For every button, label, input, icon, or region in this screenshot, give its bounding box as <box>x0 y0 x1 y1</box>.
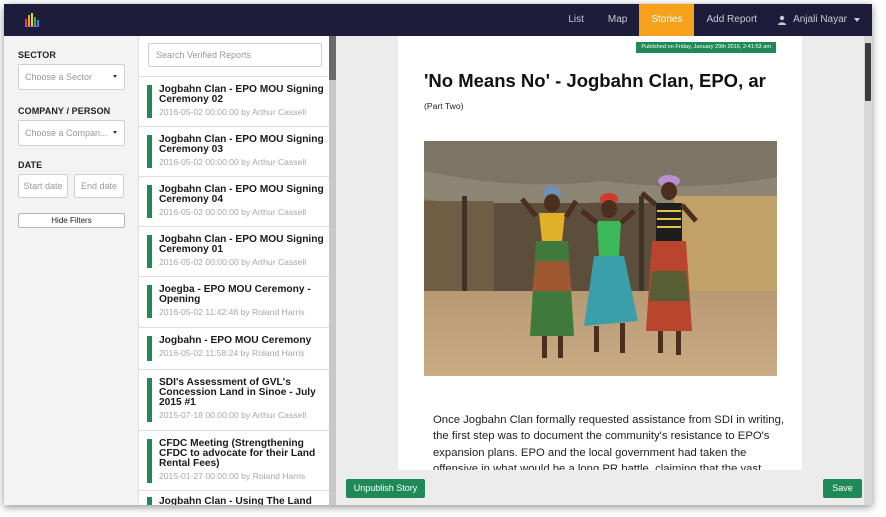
status-indicator <box>147 378 152 422</box>
preview-scrollbar[interactable] <box>864 36 872 505</box>
save-button[interactable]: Save <box>823 479 862 498</box>
report-item[interactable]: Jogbahn Clan - EPO MOU Signing Ceremony … <box>139 76 330 126</box>
status-indicator <box>147 135 152 168</box>
user-menu[interactable]: Anjali Nayar <box>769 4 872 36</box>
status-indicator <box>147 285 152 318</box>
nav-add-report[interactable]: Add Report <box>694 4 769 36</box>
status-indicator <box>147 235 152 268</box>
user-name: Anjali Nayar <box>793 14 847 25</box>
company-select[interactable]: Choose a Compan... <box>18 120 125 146</box>
report-meta: 2016-05-02 00:00:00 by Arthur Cassell <box>159 107 307 117</box>
app-window: List Map Stories Add Report Anjali Nayar… <box>4 4 872 505</box>
article-body: Once Jogbahn Clan formally requested ass… <box>433 412 784 470</box>
report-title: Jogbahn Clan - EPO MOU Signing Ceremony … <box>159 234 324 255</box>
sector-label: SECTOR <box>18 50 56 60</box>
story-photo <box>424 141 777 376</box>
company-label: COMPANY / PERSON <box>18 106 111 116</box>
article-body-line: the first step was to document the commu… <box>433 430 770 443</box>
top-navbar: List Map Stories Add Report Anjali Nayar <box>4 4 872 36</box>
report-item[interactable]: Jogbahn - EPO MOU Ceremony 2016-05-02 11… <box>139 327 330 369</box>
chevron-down-icon <box>113 75 117 78</box>
article-body-line: expansion plans. EPO and the local gover… <box>433 446 747 459</box>
start-date-input[interactable]: Start date <box>18 174 68 198</box>
article-card: Published on Friday, January 29th 2016, … <box>398 36 802 470</box>
article-body-line: Once Jogbahn Clan formally requested ass… <box>433 414 784 426</box>
article-body-line: offensive in what would be a long PR bat… <box>433 463 762 470</box>
unpublish-story-button[interactable]: Unpublish Story <box>346 479 425 498</box>
status-indicator <box>147 497 152 505</box>
status-indicator <box>147 439 152 483</box>
report-title: Jogbahn Clan - EPO MOU Signing Ceremony … <box>159 134 324 155</box>
report-title: Jogbahn Clan - EPO MOU Signing Ceremony … <box>159 184 324 205</box>
app-logo-icon[interactable] <box>24 12 40 28</box>
published-badge: Published on Friday, January 29th 2016, … <box>636 42 776 53</box>
end-date-input[interactable]: End date <box>74 174 124 198</box>
report-item[interactable]: Jogbahn Clan - EPO MOU Signing Ceremony … <box>139 126 330 176</box>
chevron-down-icon <box>113 131 117 134</box>
nav-map[interactable]: Map <box>596 4 639 36</box>
filters-panel: SECTOR Choose a Sector COMPANY / PERSON … <box>4 36 138 505</box>
report-meta: 2016-05-02 11:42:48 by Roland Harris <box>159 307 305 317</box>
report-item[interactable]: Jogbahn Clan - EPO MOU Signing Ceremony … <box>139 176 330 226</box>
report-meta: 2016-05-02 00:00:00 by Arthur Cassell <box>159 157 307 167</box>
report-title: Joegba - EPO MOU Ceremony - Opening <box>159 284 311 305</box>
company-select-placeholder: Choose a Compan... <box>25 128 108 138</box>
date-label: DATE <box>18 160 43 170</box>
hide-filters-button[interactable]: Hide Filters <box>18 213 125 228</box>
article-headline: 'No Means No' - Jogbahn Clan, EPO, ar <box>424 70 766 91</box>
report-item[interactable]: Jogbahn Clan - Using The Land 03 <box>139 490 330 505</box>
report-item[interactable]: Joegba - EPO MOU Ceremony - Opening 2016… <box>139 276 330 327</box>
sector-select[interactable]: Choose a Sector <box>18 64 125 90</box>
report-title: SDI's Assessment of GVL's Concession Lan… <box>159 377 316 408</box>
story-preview: Published on Friday, January 29th 2016, … <box>336 36 872 505</box>
report-meta: 2016-05-02 00:00:00 by Arthur Cassell <box>159 257 307 267</box>
report-item[interactable]: CFDC Meeting (Strengthening CFDC to advo… <box>139 430 330 490</box>
search-input[interactable]: Search Verified Reports <box>148 43 322 67</box>
report-title: Jogbahn Clan - Using The Land 03 <box>159 496 312 505</box>
list-scrollbar[interactable] <box>329 36 336 505</box>
status-indicator <box>147 185 152 218</box>
report-meta: 2016-05-02 00:00:00 by Arthur Cassell <box>159 207 307 217</box>
nav-list[interactable]: List <box>556 4 596 36</box>
list-scrollbar-thumb[interactable] <box>329 36 336 80</box>
chevron-down-icon <box>854 18 860 22</box>
report-meta: 2015-07-18 00:00:00 by Arthur Cassell <box>159 410 307 420</box>
sector-select-placeholder: Choose a Sector <box>25 72 93 82</box>
status-indicator <box>147 336 152 361</box>
report-item[interactable]: Jogbahn Clan - EPO MOU Signing Ceremony … <box>139 226 330 276</box>
report-meta: 2016-05-02 11:58:24 by Roland Harris <box>159 348 305 358</box>
status-indicator <box>147 85 152 118</box>
reports-list: Search Verified Reports Jogbahn Clan - E… <box>138 36 330 505</box>
report-title: Jogbahn - EPO MOU Ceremony <box>159 335 312 346</box>
user-icon <box>778 15 787 25</box>
report-title: Jogbahn Clan - EPO MOU Signing Ceremony … <box>159 84 324 105</box>
report-title: CFDC Meeting (Strengthening CFDC to advo… <box>159 438 316 469</box>
nav-stories[interactable]: Stories <box>639 4 695 36</box>
report-item[interactable]: SDI's Assessment of GVL's Concession Lan… <box>139 369 330 430</box>
article-subhead: (Part Two) <box>424 101 464 111</box>
report-meta: 2015-01-27 00:00:00 by Roland Harris <box>159 471 306 481</box>
preview-scrollbar-thumb[interactable] <box>865 43 871 101</box>
